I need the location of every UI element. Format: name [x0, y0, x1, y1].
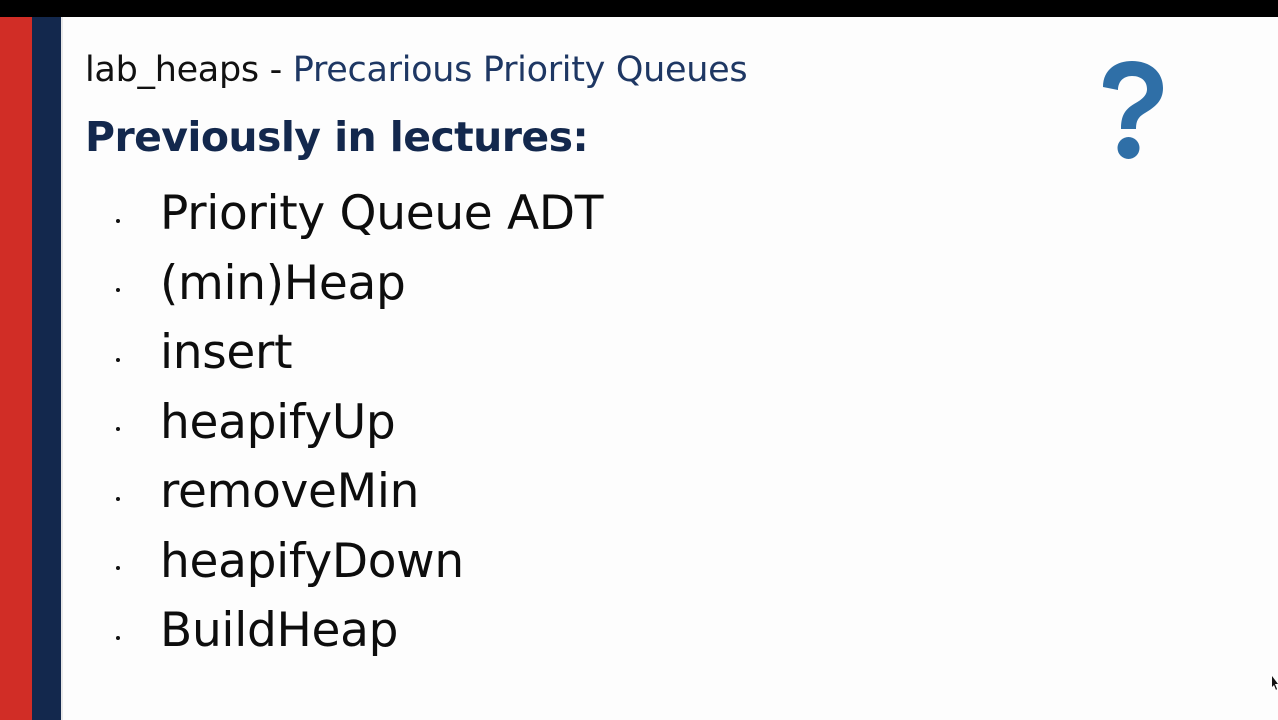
list-item-text: removeMin: [160, 464, 420, 520]
bullet-dot-icon: [116, 566, 120, 571]
question-mark-icon: [1103, 61, 1163, 159]
slide: lab_heaps - Precarious Priority Queues P…: [0, 17, 1278, 720]
list-item: removeMin: [110, 457, 603, 527]
video-frame: lab_heaps - Precarious Priority Queues P…: [0, 0, 1278, 720]
bullet-dot-icon: [116, 427, 120, 432]
list-item-text: insert: [160, 325, 293, 381]
title-name: Precarious Priority Queues: [292, 50, 748, 90]
bullet-dot-icon: [116, 218, 120, 223]
title-separator: -: [258, 50, 293, 90]
list-item-text: (min)Heap: [160, 255, 406, 311]
list-item-text: Priority Queue ADT: [160, 186, 604, 242]
accent-bar-gap: [61, 17, 63, 720]
list-item-text: BuildHeap: [160, 603, 399, 659]
list-item: insert: [110, 318, 603, 388]
accent-bar-red: [0, 17, 32, 720]
list-item: (min)Heap: [110, 249, 603, 319]
bullet-dot-icon: [116, 496, 120, 501]
bullet-dot-icon: [116, 635, 120, 640]
list-item: heapifyUp: [110, 388, 603, 458]
slide-title: lab_heaps - Precarious Priority Queues: [85, 47, 748, 93]
list-item: Priority Queue ADT: [110, 179, 604, 249]
list-item-text: heapifyDown: [160, 533, 464, 589]
bullet-list: Priority Queue ADT (min)Heap insert heap…: [110, 179, 604, 666]
section-heading: Previously in lectures:: [85, 113, 589, 161]
mouse-cursor-icon: [1272, 676, 1278, 690]
accent-bar-navy: [32, 17, 61, 720]
bullet-dot-icon: [116, 357, 120, 362]
list-item: heapifyDown: [110, 527, 603, 597]
list-item-text: heapifyUp: [160, 394, 396, 450]
list-item: BuildHeap: [110, 596, 603, 666]
title-prefix: lab_heaps: [85, 50, 259, 90]
bullet-dot-icon: [116, 288, 120, 293]
